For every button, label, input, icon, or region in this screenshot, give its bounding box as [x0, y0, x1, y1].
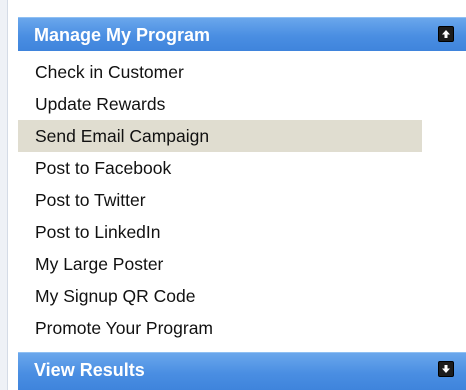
menu-item-label: Update Rewards: [35, 94, 166, 114]
menu-item-label: Send Email Campaign: [35, 126, 210, 146]
menu-item-label: My Signup QR Code: [35, 286, 196, 306]
menu-item-post-to-twitter[interactable]: Post to Twitter: [18, 184, 422, 216]
left-border: [0, 0, 8, 390]
menu-item-my-signup-qr-code[interactable]: My Signup QR Code: [18, 280, 422, 312]
manage-program-title: Manage My Program: [34, 25, 211, 45]
menu-item-check-in-customer[interactable]: Check in Customer: [18, 56, 422, 88]
menu-item-label: Check in Customer: [35, 62, 184, 82]
arrow-down-icon[interactable]: [438, 361, 454, 377]
menu-item-update-rewards[interactable]: Update Rewards: [18, 88, 422, 120]
manage-program-menu: Check in Customer Update Rewards Send Em…: [18, 51, 466, 352]
menu-item-label: Post to Twitter: [35, 190, 146, 210]
menu-item-label: My Large Poster: [35, 254, 164, 274]
program-menu-panel: Manage My Program Check in Customer Upda…: [18, 17, 466, 390]
arrow-up-icon[interactable]: [438, 26, 454, 42]
manage-program-header[interactable]: Manage My Program: [18, 17, 466, 51]
view-results-title: View Results: [34, 360, 145, 380]
menu-item-label: Post to LinkedIn: [35, 222, 161, 242]
menu-item-post-to-facebook[interactable]: Post to Facebook: [18, 152, 422, 184]
menu-item-label: Post to Facebook: [35, 158, 172, 178]
menu-item-promote-your-program[interactable]: Promote Your Program: [18, 312, 422, 344]
menu-item-my-large-poster[interactable]: My Large Poster: [18, 248, 422, 280]
menu-item-label: Promote Your Program: [35, 318, 214, 338]
app-frame: Manage My Program Check in Customer Upda…: [0, 0, 466, 390]
menu-item-post-to-linkedin[interactable]: Post to LinkedIn: [18, 216, 422, 248]
menu-item-send-email-campaign[interactable]: Send Email Campaign: [18, 120, 422, 152]
view-results-header[interactable]: View Results: [18, 352, 466, 390]
